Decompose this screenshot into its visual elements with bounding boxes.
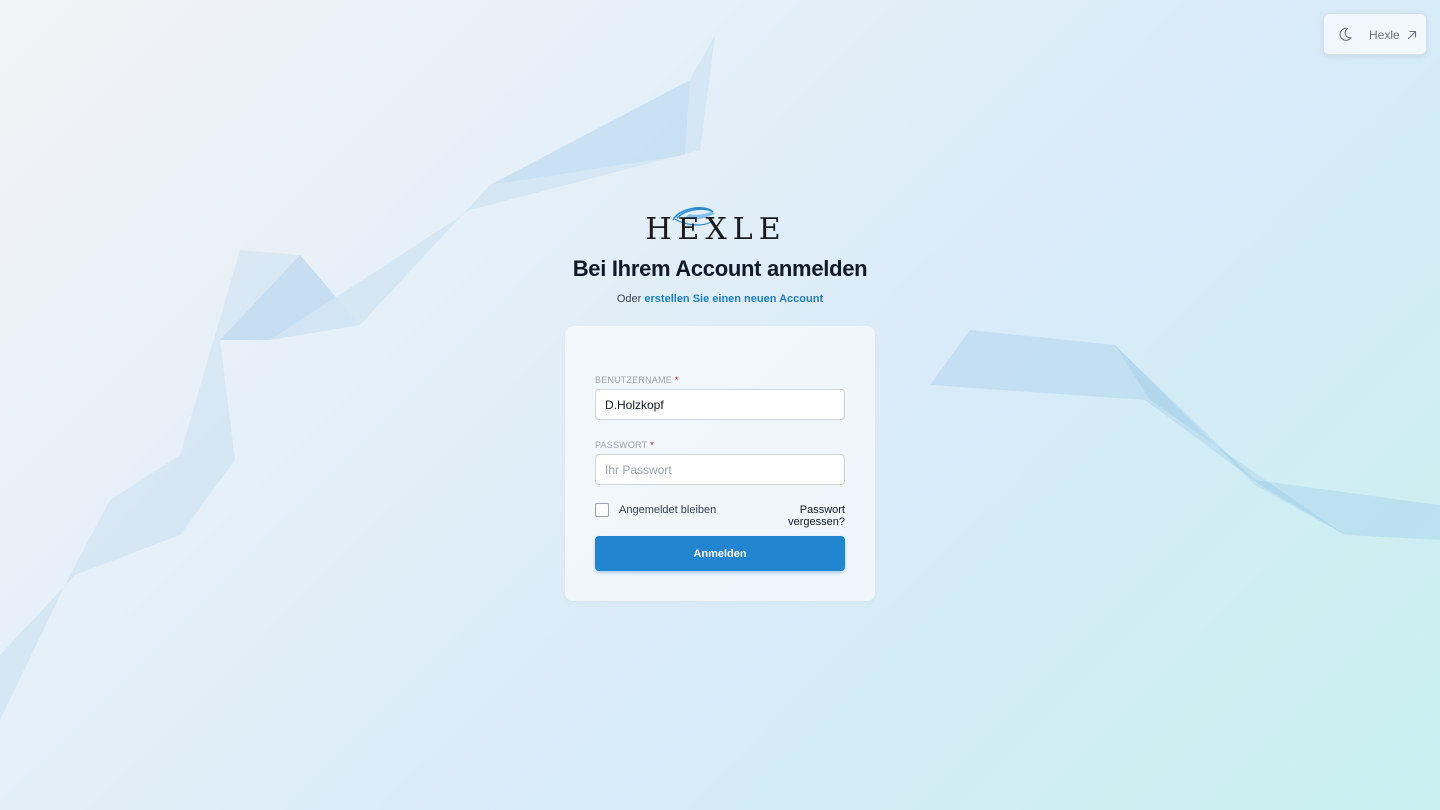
register-prompt: Oder erstellen Sie einen neuen Account bbox=[0, 293, 1440, 305]
required-mark: * bbox=[674, 375, 679, 385]
remember-me-checkbox[interactable] bbox=[595, 503, 609, 517]
forgot-password-link[interactable]: Passwort vergessen? bbox=[748, 504, 845, 528]
password-label: PASSWORT * bbox=[595, 440, 654, 450]
login-button[interactable]: Anmelden bbox=[595, 536, 845, 571]
username-label: BENUTZERNAME * bbox=[595, 375, 679, 385]
hexle-external-link[interactable]: Hexle bbox=[1369, 26, 1418, 44]
username-input[interactable] bbox=[595, 389, 845, 420]
register-prefix: Oder bbox=[616, 293, 642, 305]
hexle-logo: HEXLE bbox=[645, 207, 786, 246]
username-label-text: BENUTZERNAME bbox=[595, 375, 672, 385]
arrow-up-right-icon bbox=[1407, 30, 1416, 40]
hexle-link-label: Hexle bbox=[1369, 28, 1400, 42]
remember-me[interactable]: Angemeldet bleiben bbox=[595, 503, 716, 517]
login-card: BENUTZERNAME* PASSWORT* Angemeldet bleib… bbox=[565, 326, 875, 601]
page-title: Bei Ihrem Account anmelden bbox=[572, 256, 868, 281]
register-link[interactable]: erstellen Sie einen neuen Account bbox=[644, 293, 823, 305]
remember-me-label: Angemeldet bleiben bbox=[619, 504, 717, 516]
svg-text:HEXLE: HEXLE bbox=[645, 212, 786, 246]
top-right-widget: Hexle bbox=[1323, 13, 1427, 55]
moon-icon[interactable] bbox=[1337, 26, 1353, 42]
password-input[interactable] bbox=[595, 454, 845, 485]
required-mark: * bbox=[650, 440, 654, 450]
password-label-text: PASSWORT bbox=[595, 440, 648, 450]
